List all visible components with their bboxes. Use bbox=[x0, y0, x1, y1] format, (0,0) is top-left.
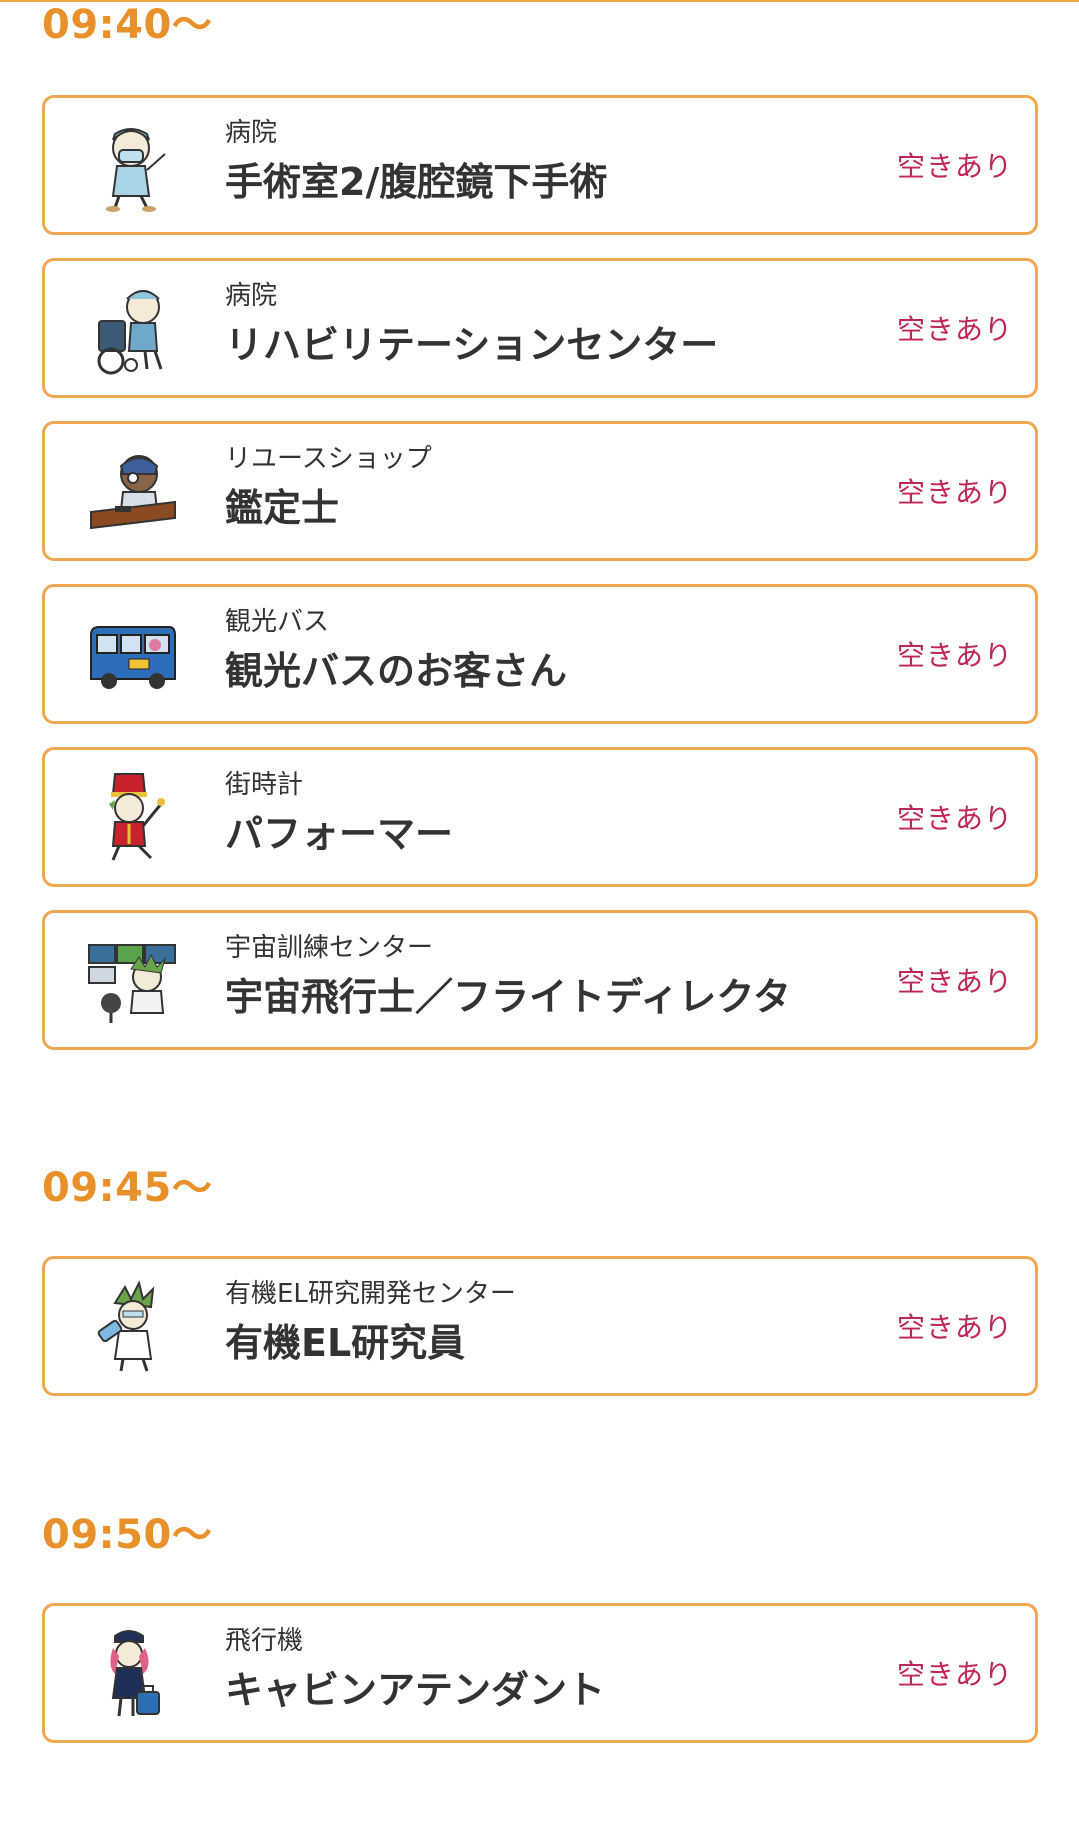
availability-status: 空きあり bbox=[896, 802, 1013, 835]
job-category: 病院 bbox=[225, 281, 278, 311]
job-category: リユースショップ bbox=[225, 444, 432, 474]
job-category: 有機EL研究開発センター bbox=[225, 1279, 516, 1309]
job-card-surgeon[interactable]: 病院 手術室2/腹腔鏡下手術 空きあり bbox=[42, 95, 1038, 235]
job-card-rehabilitation[interactable]: 病院 リハビリテーションセンター 空きあり bbox=[42, 258, 1038, 398]
availability-status: 空きあり bbox=[896, 150, 1013, 183]
availability-status: 空きあり bbox=[896, 1658, 1013, 1691]
job-title: 観光バスのお客さん bbox=[225, 649, 568, 693]
job-title: 有機EL研究員 bbox=[225, 1321, 466, 1365]
availability-status: 空きあり bbox=[896, 1311, 1013, 1344]
job-card-tour-bus[interactable]: 観光バス 観光バスのお客さん 空きあり bbox=[42, 584, 1038, 724]
performer-character-icon bbox=[85, 770, 181, 866]
job-card-astronaut[interactable]: 宇宙訓練センター 宇宙飛行士／フライトディレクタ 空きあり bbox=[42, 910, 1038, 1050]
time-heading: 09:50〜 bbox=[42, 1512, 213, 1558]
job-card-cabin-attendant[interactable]: 飛行機 キャビンアテンダント 空きあり bbox=[42, 1603, 1038, 1743]
job-category: 観光バス bbox=[225, 607, 330, 637]
job-category: 病院 bbox=[225, 118, 278, 148]
job-title: 手術室2/腹腔鏡下手術 bbox=[225, 160, 608, 204]
job-category: 街時計 bbox=[225, 770, 304, 800]
availability-status: 空きあり bbox=[896, 313, 1013, 346]
job-category: 飛行機 bbox=[225, 1626, 304, 1656]
time-heading: 09:45〜 bbox=[42, 1165, 213, 1211]
schedule-page: 09:40〜 病院 手術室2/腹腔鏡下手術 空きあり 病院 リハビリテーションセ… bbox=[0, 0, 1079, 1832]
time-heading: 09:40〜 bbox=[42, 2, 213, 48]
availability-status: 空きあり bbox=[896, 639, 1013, 672]
job-title: 鑑定士 bbox=[225, 486, 340, 530]
cabin-attendant-character-icon bbox=[85, 1626, 181, 1722]
surgeon-character-icon bbox=[85, 118, 181, 214]
job-card-oled-researcher[interactable]: 有機EL研究開発センター 有機EL研究員 空きあり bbox=[42, 1256, 1038, 1396]
availability-status: 空きあり bbox=[896, 476, 1013, 509]
researcher-character-icon bbox=[85, 1279, 181, 1375]
appraiser-character-icon bbox=[85, 444, 181, 540]
job-title: 宇宙飛行士／フライトディレクタ bbox=[225, 975, 791, 1019]
job-title: キャビンアテンダント bbox=[225, 1668, 606, 1712]
job-title: パフォーマー bbox=[225, 812, 454, 856]
tour-bus-icon bbox=[85, 607, 181, 703]
job-title: リハビリテーションセンター bbox=[225, 323, 719, 367]
wheelchair-character-icon bbox=[85, 281, 181, 377]
availability-status: 空きあり bbox=[896, 965, 1013, 998]
job-category: 宇宙訓練センター bbox=[225, 933, 434, 963]
job-card-performer[interactable]: 街時計 パフォーマー 空きあり bbox=[42, 747, 1038, 887]
astronaut-character-icon bbox=[85, 933, 181, 1029]
job-card-appraiser[interactable]: リユースショップ 鑑定士 空きあり bbox=[42, 421, 1038, 561]
